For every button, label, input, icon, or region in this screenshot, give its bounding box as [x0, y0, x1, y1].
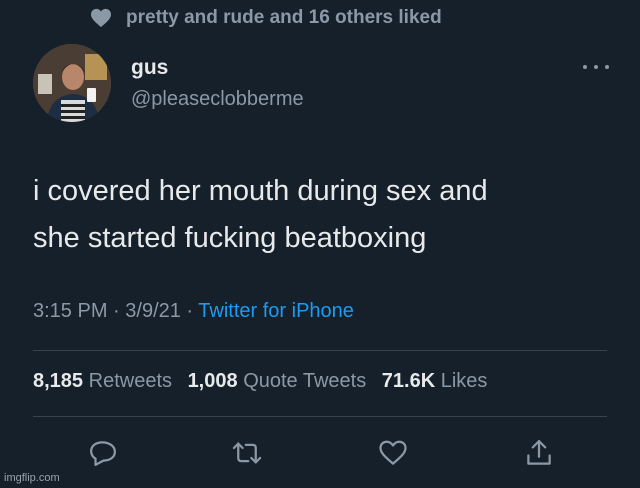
tweet-meta: 3:15 PM · 3/9/21 · Twitter for iPhone — [33, 300, 354, 323]
divider — [33, 416, 607, 417]
social-context-text[interactable]: pretty and rude and 16 others liked — [126, 7, 442, 29]
retweets-label: Retweets — [88, 370, 172, 392]
social-context: pretty and rude and 16 others liked — [90, 5, 442, 31]
heart-icon — [91, 8, 111, 28]
like-button[interactable] — [378, 438, 408, 468]
tweet-text-line: she started fucking beatboxing — [33, 222, 427, 254]
tweet-time[interactable]: 3:15 PM — [33, 300, 107, 322]
share-icon — [527, 440, 551, 465]
retweet-button[interactable] — [232, 438, 262, 468]
avatar-photo — [33, 44, 111, 122]
quote-tweets-label: Quote Tweets — [243, 370, 367, 392]
retweet-icon — [232, 442, 262, 464]
reply-icon — [90, 441, 116, 466]
tweet-text: i covered her mouth during sex and she s… — [33, 168, 613, 262]
quote-tweets-count: 1,008 — [187, 370, 238, 392]
meta-separator: · — [180, 300, 199, 322]
username-handle[interactable]: @pleaseclobberme — [131, 86, 304, 112]
more-options-icon[interactable] — [583, 62, 609, 72]
retweets-count: 8,185 — [33, 370, 84, 392]
meta-separator: · — [107, 300, 126, 322]
likes-count: 71.6K — [381, 370, 436, 392]
tweet-source-link[interactable]: Twitter for iPhone — [198, 300, 354, 322]
author-block: gus @pleaseclobberme — [131, 56, 304, 112]
likes-label: Likes — [440, 370, 488, 392]
action-bar — [88, 438, 558, 468]
quote-tweets-stat[interactable]: 1,008 Quote Tweets — [188, 370, 367, 392]
like-icon — [379, 440, 407, 465]
tweet-date[interactable]: 3/9/21 — [125, 300, 181, 322]
divider — [33, 350, 607, 351]
reply-button[interactable] — [88, 438, 118, 468]
display-name[interactable]: gus — [131, 56, 304, 80]
tweet-text-line: i covered her mouth during sex and — [33, 175, 488, 207]
engagement-stats: 8,185 Retweets 1,008 Quote Tweets 71.6K … — [33, 370, 497, 393]
avatar[interactable] — [33, 44, 111, 122]
share-button[interactable] — [524, 438, 554, 468]
watermark: imgflip.com — [4, 472, 60, 484]
likes-stat[interactable]: 71.6K Likes — [382, 370, 488, 392]
retweets-stat[interactable]: 8,185 Retweets — [33, 370, 172, 392]
